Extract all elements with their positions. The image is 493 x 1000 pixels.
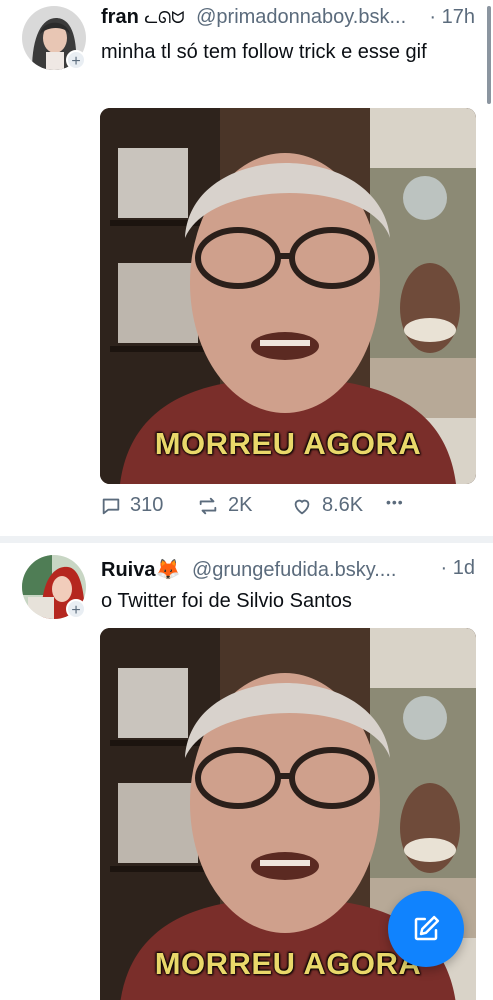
post-actions: 310 2K 8.6K ••• xyxy=(100,494,440,524)
display-name[interactable]: Ruiva xyxy=(101,559,155,581)
follow-badge[interactable]: + xyxy=(66,50,86,70)
post-text: o Twitter foi de Silvio Santos xyxy=(101,590,352,612)
like-count: 8.6K xyxy=(322,494,364,516)
repost-button[interactable]: 2K xyxy=(196,494,252,517)
handle[interactable]: @primadonnaboy.bsk... xyxy=(196,6,406,28)
like-button[interactable]: 8.6K xyxy=(290,494,363,517)
compose-button[interactable] xyxy=(388,891,464,967)
timestamp[interactable]: · 1d xyxy=(436,557,475,580)
handle[interactable]: @grungefudida.bsky.... xyxy=(192,559,397,581)
gif-caption: MORREU AGORA xyxy=(154,426,422,461)
post-divider xyxy=(0,536,493,543)
reply-icon xyxy=(102,498,120,514)
follow-badge[interactable]: + xyxy=(66,599,86,619)
repost-count: 2K xyxy=(228,494,253,516)
reply-button[interactable]: 310 xyxy=(100,494,163,517)
compose-icon xyxy=(414,915,440,941)
post-text: minha tl só tem follow trick e esse gif xyxy=(101,41,427,63)
repost-icon xyxy=(199,497,217,514)
timestamp[interactable]: · 17h xyxy=(425,6,475,29)
reply-count: 310 xyxy=(130,494,164,516)
display-name[interactable]: fran xyxy=(101,6,139,28)
name-emoji: 🦊 xyxy=(155,559,181,581)
post[interactable]: + fran ᓚᘏᗢ @primadonnaboy.bsk... · 17h m… xyxy=(0,0,493,536)
post-header: fran ᓚᘏᗢ @primadonnaboy.bsk... · 17h xyxy=(101,6,475,32)
name-emoji: ᓚᘏᗢ xyxy=(144,10,185,27)
more-icon: ••• xyxy=(386,494,404,510)
post-media-gif[interactable]: MORREU AGORA xyxy=(100,108,476,484)
scrollbar[interactable] xyxy=(487,6,491,104)
post-header: Ruiva🦊 @grungefudida.bsky.... · 1d xyxy=(101,557,475,583)
more-options-button[interactable]: ••• xyxy=(386,494,404,510)
like-icon xyxy=(294,499,310,514)
